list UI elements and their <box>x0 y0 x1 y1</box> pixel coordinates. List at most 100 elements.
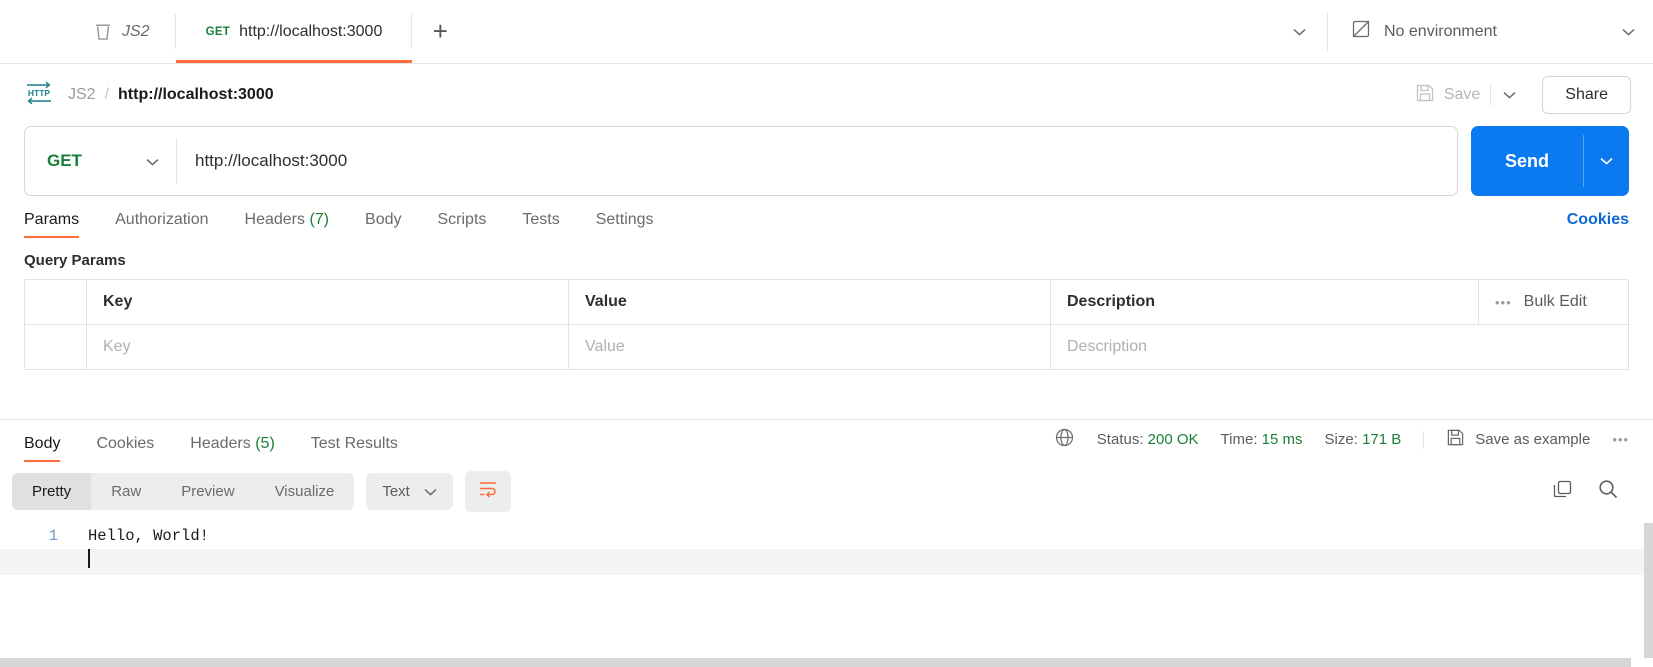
search-icon <box>1597 478 1619 505</box>
row-checkbox[interactable] <box>25 325 86 369</box>
line-number: 1 <box>48 527 58 545</box>
query-params-table: Key Value Description ••• Bulk Edit Key … <box>24 279 1629 370</box>
http-method-label: GET <box>47 151 82 170</box>
code-line: Hello, World! <box>88 527 209 545</box>
save-as-example-label: Save as example <box>1475 431 1591 448</box>
tab-settings[interactable]: Settings <box>596 211 654 238</box>
time-badge: Time: 15 ms <box>1221 431 1303 448</box>
param-key-input[interactable]: Key <box>86 325 568 369</box>
response-toolbar: Pretty Raw Preview Visualize Text <box>0 462 1653 513</box>
copy-button[interactable] <box>1540 471 1585 513</box>
trash-icon <box>94 22 112 42</box>
tab-params[interactable]: Params <box>24 211 80 238</box>
tab-scripts-label: Scripts <box>437 211 487 228</box>
horizontal-scrollbar[interactable] <box>0 658 1631 667</box>
share-button[interactable]: Share <box>1542 76 1631 114</box>
response-tab-cookies[interactable]: Cookies <box>96 435 154 462</box>
page-title[interactable]: http://localhost:3000 <box>118 86 274 104</box>
tab-tests-label: Tests <box>522 211 560 228</box>
bulk-edit-button[interactable]: ••• Bulk Edit <box>1478 280 1628 324</box>
response-tab-test-results-label: Test Results <box>310 435 398 452</box>
view-mode-visualize[interactable]: Visualize <box>255 473 355 510</box>
environment-name: No environment <box>1384 22 1497 40</box>
tab-headers-count: (7) <box>309 211 330 228</box>
word-wrap-button[interactable] <box>464 471 511 512</box>
response-tab-cookies-label: Cookies <box>96 435 155 452</box>
divider <box>1423 430 1425 449</box>
tab-authorization-label: Authorization <box>115 211 209 228</box>
column-header-key: Key <box>86 280 568 324</box>
divider <box>1490 84 1492 106</box>
save-button[interactable]: Save <box>1407 76 1490 115</box>
time-label: Time: <box>1220 431 1258 448</box>
cookies-link[interactable]: Cookies <box>1567 211 1629 238</box>
environment-selector[interactable]: No environment <box>1328 0 1653 63</box>
param-description-input[interactable]: Description <box>1050 325 1628 369</box>
http-method-select[interactable]: GET <box>25 127 177 195</box>
tab-settings-label: Settings <box>595 211 654 228</box>
response-body-text[interactable]: Hello, World! <box>74 523 1653 667</box>
bulk-edit-label: Bulk Edit <box>1523 293 1587 310</box>
response-tab-body[interactable]: Body <box>24 435 61 462</box>
globe-icon <box>1054 427 1075 452</box>
size-value: 171 B <box>1362 431 1402 448</box>
tab-body[interactable]: Body <box>365 211 401 238</box>
url-input[interactable]: http://localhost:3000 <box>177 127 1457 195</box>
save-options-button[interactable] <box>1490 82 1528 108</box>
response-body-editor[interactable]: 1 2 Hello, World! <box>0 523 1653 667</box>
active-tab-underline <box>24 459 61 462</box>
response-format-label: Text <box>382 483 410 500</box>
no-environment-icon <box>1350 18 1372 45</box>
save-as-example-button[interactable]: Save as example <box>1446 428 1590 451</box>
chevron-down-icon <box>1292 23 1306 41</box>
param-value-input[interactable]: Value <box>568 325 1050 369</box>
breadcrumb-collection[interactable]: JS2 <box>68 86 96 104</box>
tab-authorization[interactable]: Authorization <box>115 211 208 238</box>
status-label: Status: <box>1096 431 1144 448</box>
text-cursor <box>88 549 90 568</box>
query-params-title: Query Params <box>24 252 126 269</box>
breadcrumb-separator: / <box>104 86 110 103</box>
response-tab-body-label: Body <box>24 435 61 452</box>
svg-text:HTTP: HTTP <box>28 88 51 98</box>
response-tab-headers[interactable]: Headers (5) <box>190 435 275 462</box>
postman-window: JS2 GET http://localhost:3000 + No envir… <box>0 0 1653 667</box>
divider <box>1583 135 1584 187</box>
table-row: Key Value Description <box>25 324 1628 369</box>
save-button-label: Save <box>1443 86 1481 103</box>
vertical-scrollbar[interactable] <box>1644 523 1653 658</box>
tab-params-label: Params <box>24 211 80 228</box>
tab-tests[interactable]: Tests <box>522 211 559 238</box>
url-bar: GET http://localhost:3000 Send <box>0 126 1653 196</box>
view-mode-preview[interactable]: Preview <box>161 473 254 510</box>
request-tab-label: http://localhost:3000 <box>239 22 383 40</box>
search-button[interactable] <box>1585 470 1641 513</box>
status-value: 200 OK <box>1147 431 1199 448</box>
column-header-value: Value <box>568 280 1050 324</box>
size-badge: Size: 171 B <box>1325 431 1402 448</box>
header-checkbox-cell <box>25 280 86 324</box>
workspace-tab-label: JS2 <box>122 22 150 40</box>
response-tab-test-results[interactable]: Test Results <box>311 435 398 462</box>
word-wrap-icon <box>478 480 498 503</box>
chevron-down-icon <box>1622 23 1635 41</box>
tab-bar-tabs: JS2 GET http://localhost:3000 + <box>0 0 1270 63</box>
response-more-button[interactable]: ••• <box>1612 432 1641 447</box>
view-mode-pretty[interactable]: Pretty <box>12 473 92 510</box>
workspace-tab[interactable]: JS2 <box>0 0 176 63</box>
active-tab-underline <box>24 235 80 238</box>
tab-headers[interactable]: Headers (7) <box>245 211 330 238</box>
tab-scripts[interactable]: Scripts <box>437 211 486 238</box>
response-format-select[interactable]: Text <box>366 473 453 510</box>
active-tab-underline <box>175 60 413 63</box>
send-options-button[interactable] <box>1583 126 1629 196</box>
new-tab-button[interactable]: + <box>412 0 468 63</box>
request-tab[interactable]: GET http://localhost:3000 <box>175 0 413 63</box>
tabs-overflow-button[interactable] <box>1270 0 1328 63</box>
send-button[interactable]: Send <box>1471 126 1583 196</box>
view-mode-raw[interactable]: Raw <box>91 473 161 510</box>
chevron-down-icon <box>1503 86 1516 104</box>
line-number-gutter: 1 2 <box>0 523 74 667</box>
response-tab-headers-count: (5) <box>255 435 275 452</box>
tab-body-label: Body <box>365 211 402 228</box>
